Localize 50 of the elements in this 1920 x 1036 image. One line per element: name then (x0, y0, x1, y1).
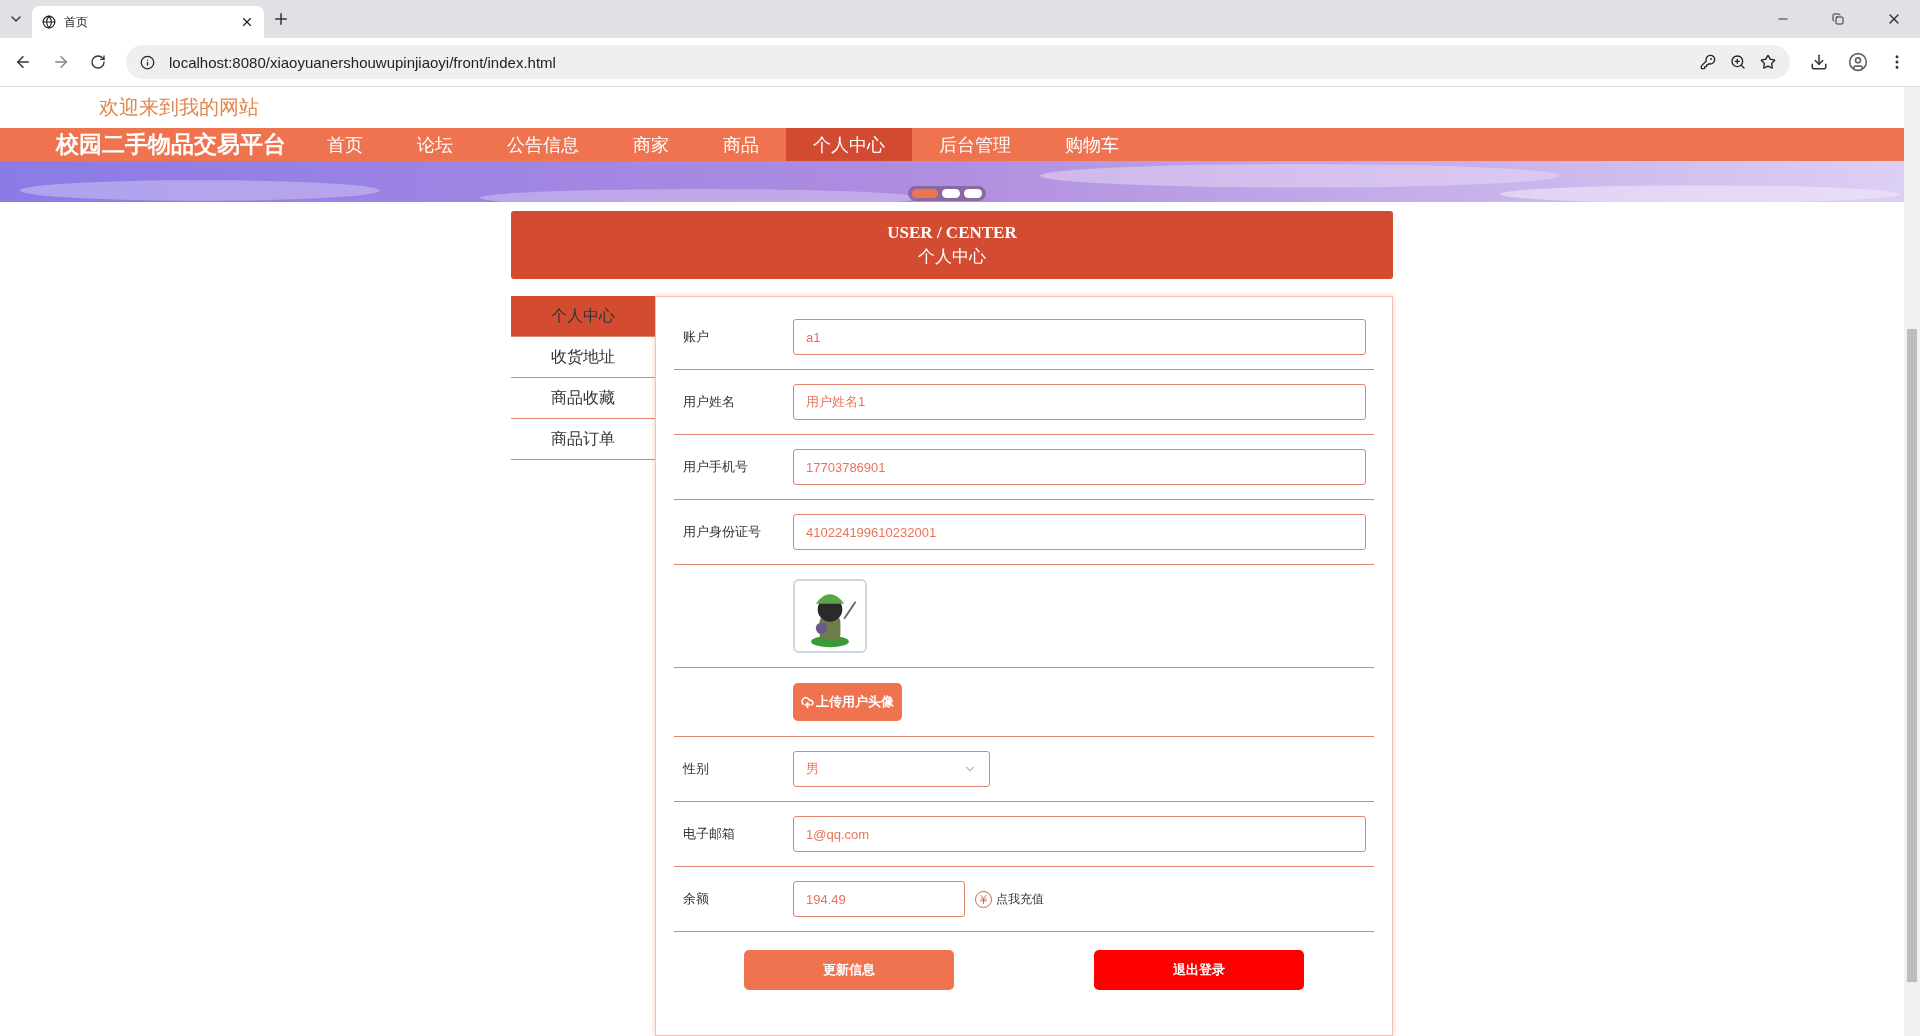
nav-link[interactable]: 个人中心 (786, 128, 912, 161)
url-text: localhost:8080/xiaoyuanershouwupinjiaoyi/front/index.html (169, 53, 557, 71)
sidebar-item[interactable]: 个人中心 (511, 296, 655, 337)
field-label: 电子邮箱 (682, 825, 736, 843)
field-label: 用户身份证号 (682, 523, 762, 541)
gender-select[interactable]: 男 (793, 751, 990, 787)
text-field[interactable]: a1 (793, 319, 1366, 355)
restore-icon[interactable] (1832, 11, 1844, 27)
forward-icon[interactable] (52, 53, 70, 71)
close-icon[interactable] (240, 15, 254, 29)
recharge-link[interactable]: 点我充值 (996, 890, 1044, 908)
info-icon (140, 54, 155, 70)
new-tab-icon[interactable] (272, 10, 290, 28)
back-icon[interactable] (14, 53, 32, 71)
scrollbar[interactable] (1904, 87, 1920, 1036)
cloud-upload-icon (801, 695, 814, 709)
form-button[interactable]: 更新信息 (744, 950, 954, 990)
profile-icon[interactable] (1848, 52, 1868, 72)
nav-link[interactable]: 论坛 (390, 128, 480, 161)
nav-link[interactable]: 商家 (606, 128, 696, 161)
star-icon[interactable] (1760, 54, 1776, 70)
nav-link[interactable]: 首页 (300, 128, 390, 161)
text-field[interactable]: 17703786901 (793, 449, 1366, 485)
field-label: 性别 (682, 760, 710, 778)
site-logo: 校园二手物品交易平台 (56, 130, 286, 159)
field-label: 余额 (682, 890, 710, 908)
key-icon[interactable] (1700, 54, 1716, 70)
balance-field[interactable]: 194.49 (793, 881, 965, 917)
tab-title: 首页 (64, 13, 89, 31)
text-field[interactable]: 410224199610232001 (793, 514, 1366, 550)
field-label: 账户 (682, 328, 710, 346)
upload-avatar-button[interactable]: 上传用户头像 (793, 683, 902, 721)
welcome-text: 欢迎来到我的网站 (99, 95, 259, 121)
address-bar[interactable]: localhost:8080/xiaoyuanershouwupinjiaoyi/front/index.html (126, 45, 1790, 79)
field-label: 用户姓名 (682, 393, 736, 411)
nav-link[interactable]: 商品 (696, 128, 786, 161)
nav-link[interactable]: 公告信息 (480, 128, 606, 161)
field-label: 用户手机号 (682, 458, 749, 476)
zoom-icon[interactable] (1730, 54, 1746, 70)
header-subtitle: 个人中心 (918, 245, 986, 268)
nav-link[interactable]: 后台管理 (912, 128, 1038, 161)
globe-icon (42, 15, 56, 29)
reload-icon[interactable] (90, 54, 106, 70)
header-title: USER / CENTER (887, 222, 1017, 243)
download-icon[interactable] (1810, 53, 1828, 71)
form-button[interactable]: 退出登录 (1094, 950, 1304, 990)
text-field[interactable]: 用户姓名1 (793, 384, 1366, 420)
text-field[interactable]: 1@qq.com (793, 816, 1366, 852)
nav-link[interactable]: 购物车 (1038, 128, 1146, 161)
browser-tab[interactable]: 首页 (32, 6, 264, 38)
